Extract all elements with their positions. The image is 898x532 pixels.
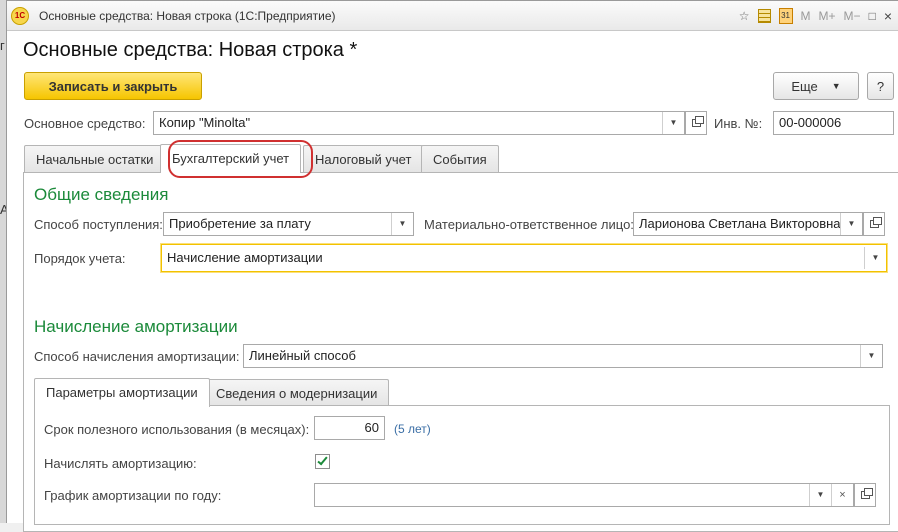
- open-icon[interactable]: [854, 483, 876, 507]
- accounting-order-label: Порядок учета:: [34, 251, 126, 266]
- tab-initial-balances[interactable]: Начальные остатки: [24, 145, 166, 173]
- depreciation-schedule-field[interactable]: ▼ ×: [314, 483, 854, 507]
- 1c-logo-icon: 1С: [11, 7, 29, 25]
- memory-mminus-icon[interactable]: M−: [844, 6, 861, 26]
- memory-m-icon[interactable]: M: [801, 6, 811, 26]
- useful-life-years-hint: (5 лет): [394, 422, 431, 436]
- chevron-down-icon[interactable]: ▼: [662, 112, 684, 134]
- general-section-title: Общие сведения: [34, 185, 169, 204]
- responsible-person-label: Материально-ответственное лицо:: [424, 217, 634, 232]
- form-window: 1С Основные средства: Новая строка (1С:П…: [6, 0, 898, 532]
- inventory-number-label: Инв. №:: [714, 116, 763, 131]
- depreciation-section-title: Начисление амортизации: [34, 317, 238, 336]
- useful-life-input[interactable]: 60: [314, 416, 385, 440]
- depreciation-method-value: Линейный способ: [249, 348, 356, 363]
- inventory-number-field[interactable]: 00-000006: [773, 111, 894, 135]
- open-icon[interactable]: [685, 111, 707, 135]
- chevron-down-icon[interactable]: ▼: [840, 213, 862, 235]
- close-icon[interactable]: ×: [884, 6, 892, 26]
- responsible-person-field[interactable]: Ларионова Светлана Викторовна ▼: [633, 212, 863, 236]
- restore-icon[interactable]: □: [869, 6, 876, 26]
- asset-label: Основное средство:: [24, 116, 146, 131]
- chevron-down-icon[interactable]: ▼: [391, 213, 413, 235]
- inventory-number-value: 00-000006: [779, 115, 842, 130]
- open-icon[interactable]: [863, 212, 885, 236]
- title-bar-actions: ☆ 31 M M+ M− □ ×: [739, 6, 892, 26]
- star-icon[interactable]: ☆: [739, 6, 750, 26]
- chevron-down-icon: ▼: [831, 81, 841, 91]
- receipt-method-label: Способ поступления:: [34, 217, 163, 232]
- depreciation-schedule-label: График амортизации по году:: [44, 488, 222, 503]
- tab-depreciation-parameters[interactable]: Параметры амортизации: [34, 378, 210, 407]
- receipt-method-value: Приобретение за плату: [169, 216, 311, 231]
- chevron-down-icon[interactable]: ▼: [809, 484, 831, 506]
- checkmark-icon: [317, 454, 328, 466]
- more-button-label: Еще: [791, 78, 818, 94]
- chevron-down-icon[interactable]: ▼: [864, 247, 886, 269]
- accrue-depreciation-checkbox[interactable]: [315, 454, 330, 469]
- tab-tax-accounting[interactable]: Налоговый учет: [303, 145, 424, 173]
- save-and-close-button[interactable]: Записать и закрыть: [24, 72, 202, 100]
- asset-value: Копир "Minolta": [159, 115, 251, 130]
- useful-life-label: Срок полезного использования (в месяцах)…: [44, 422, 310, 437]
- calendar-icon[interactable]: 31: [778, 8, 793, 24]
- responsible-person-value: Ларионова Светлана Викторовна: [639, 216, 841, 231]
- accounting-order-field[interactable]: Начисление амортизации ▼: [161, 244, 887, 272]
- depreciation-method-field[interactable]: Линейный способ ▼: [243, 344, 883, 368]
- grid-icon[interactable]: [757, 9, 771, 23]
- page-title: Основные средства: Новая строка *: [23, 39, 358, 61]
- tab-modernization-info[interactable]: Сведения о модернизации: [204, 379, 390, 407]
- tab-highlight-annotation: [168, 140, 313, 178]
- more-button[interactable]: Еще ▼: [773, 72, 859, 100]
- receipt-method-field[interactable]: Приобретение за плату ▼: [163, 212, 414, 236]
- background-text-fragment: г: [0, 38, 5, 53]
- tab-events[interactable]: События: [421, 145, 499, 173]
- useful-life-value: 60: [364, 420, 379, 435]
- depreciation-method-label: Способ начисления амортизации:: [34, 349, 240, 364]
- help-button[interactable]: ?: [867, 72, 894, 100]
- window-title: Основные средства: Новая строка (1С:Пред…: [39, 9, 336, 23]
- title-bar: 1С Основные средства: Новая строка (1С:П…: [7, 1, 898, 31]
- chevron-down-icon[interactable]: ▼: [860, 345, 882, 367]
- clear-icon[interactable]: ×: [831, 484, 853, 506]
- memory-mplus-icon[interactable]: M+: [819, 6, 836, 26]
- accounting-order-value: Начисление амортизации: [167, 250, 323, 265]
- accrue-depreciation-label: Начислять амортизацию:: [44, 456, 197, 471]
- asset-field[interactable]: Копир "Minolta" ▼: [153, 111, 685, 135]
